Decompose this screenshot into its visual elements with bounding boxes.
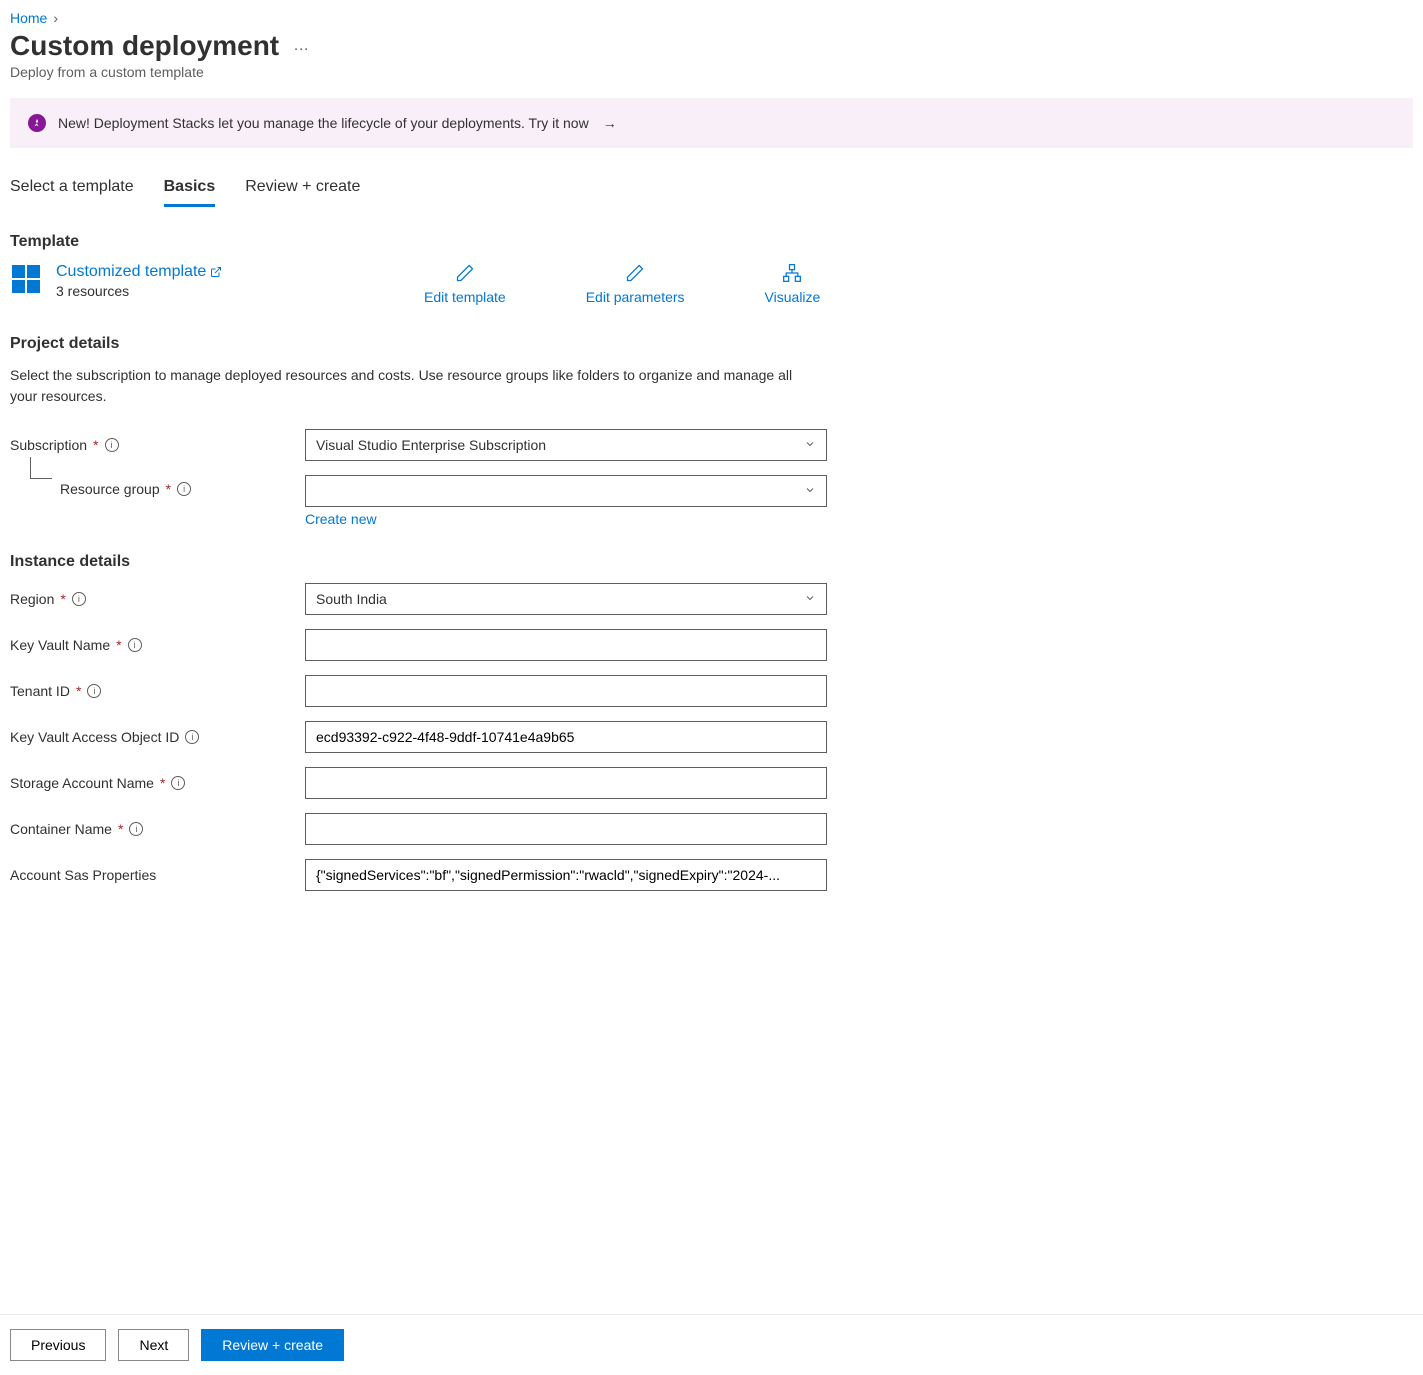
customized-template-link[interactable]: Customized template [56,263,222,281]
info-icon[interactable]: i [185,730,199,744]
edit-parameters-button[interactable]: Edit parameters [586,263,685,305]
info-icon[interactable]: i [72,592,86,606]
info-icon[interactable]: i [177,482,191,496]
info-icon[interactable]: i [105,438,119,452]
resource-group-select[interactable] [305,475,827,507]
info-icon[interactable]: i [128,638,142,652]
key-vault-name-input[interactable] [305,629,827,661]
previous-button[interactable]: Previous [10,1329,106,1361]
project-details-heading: Project details [10,335,1413,353]
tab-review-create[interactable]: Review + create [245,178,360,207]
required-indicator: * [93,437,98,453]
edit-template-button[interactable]: Edit template [424,263,506,305]
pencil-icon [625,263,645,283]
more-actions-button[interactable]: … [293,37,310,55]
chevron-down-icon [804,591,816,607]
required-indicator: * [116,637,121,653]
edit-parameters-label: Edit parameters [586,289,685,305]
template-resources-count: 3 resources [56,283,222,299]
key-vault-name-label: Key Vault Name [10,637,110,653]
edit-template-label: Edit template [424,289,506,305]
tab-select-template[interactable]: Select a template [10,178,134,207]
arrow-right-icon: → [603,115,617,131]
subscription-label: Subscription [10,437,87,453]
template-link-label: Customized template [56,263,206,281]
tab-basics[interactable]: Basics [164,178,216,207]
chevron-down-icon [804,483,816,499]
info-icon[interactable]: i [87,684,101,698]
container-name-input[interactable] [305,813,827,845]
tabs: Select a template Basics Review + create [10,178,1413,207]
kv-access-object-id-label: Key Vault Access Object ID [10,729,179,745]
banner-text: New! Deployment Stacks let you manage th… [58,115,589,131]
breadcrumb-home[interactable]: Home [10,10,47,26]
indent-line [30,457,52,479]
kv-access-object-id-input[interactable] [305,721,827,753]
breadcrumb: Home › [10,10,1413,26]
instance-details-heading: Instance details [10,553,1413,571]
region-value: South India [316,591,387,607]
resource-group-label: Resource group [60,481,160,497]
subscription-select[interactable]: Visual Studio Enterprise Subscription [305,429,827,461]
storage-account-name-label: Storage Account Name [10,775,154,791]
region-select[interactable]: South India [305,583,827,615]
required-indicator: * [118,821,123,837]
chevron-right-icon: › [53,10,58,26]
rocket-icon [28,114,46,132]
next-button[interactable]: Next [118,1329,189,1361]
subscription-value: Visual Studio Enterprise Subscription [316,437,546,453]
template-grid-icon [10,263,42,295]
tenant-id-input[interactable] [305,675,827,707]
required-indicator: * [76,683,81,699]
info-icon[interactable]: i [171,776,185,790]
visualize-label: Visualize [765,289,821,305]
tenant-id-label: Tenant ID [10,683,70,699]
page-title: Custom deployment [10,30,279,62]
required-indicator: * [166,481,171,497]
create-new-link[interactable]: Create new [305,511,377,527]
account-sas-properties-input[interactable] [305,859,827,891]
info-icon[interactable]: i [129,822,143,836]
page-subtitle: Deploy from a custom template [10,64,1413,80]
region-label: Region [10,591,54,607]
pencil-icon [455,263,475,283]
template-heading: Template [10,233,1413,251]
container-name-label: Container Name [10,821,112,837]
project-details-description: Select the subscription to manage deploy… [10,365,800,407]
required-indicator: * [160,775,165,791]
account-sas-properties-label: Account Sas Properties [10,867,156,883]
visualize-button[interactable]: Visualize [765,263,821,305]
deployment-stacks-banner[interactable]: New! Deployment Stacks let you manage th… [10,98,1413,148]
review-create-button[interactable]: Review + create [201,1329,344,1361]
hierarchy-icon [782,263,802,283]
storage-account-name-input[interactable] [305,767,827,799]
footer: Previous Next Review + create [0,1314,1423,1375]
chevron-down-icon [804,437,816,453]
required-indicator: * [60,591,65,607]
external-link-icon [210,266,222,278]
